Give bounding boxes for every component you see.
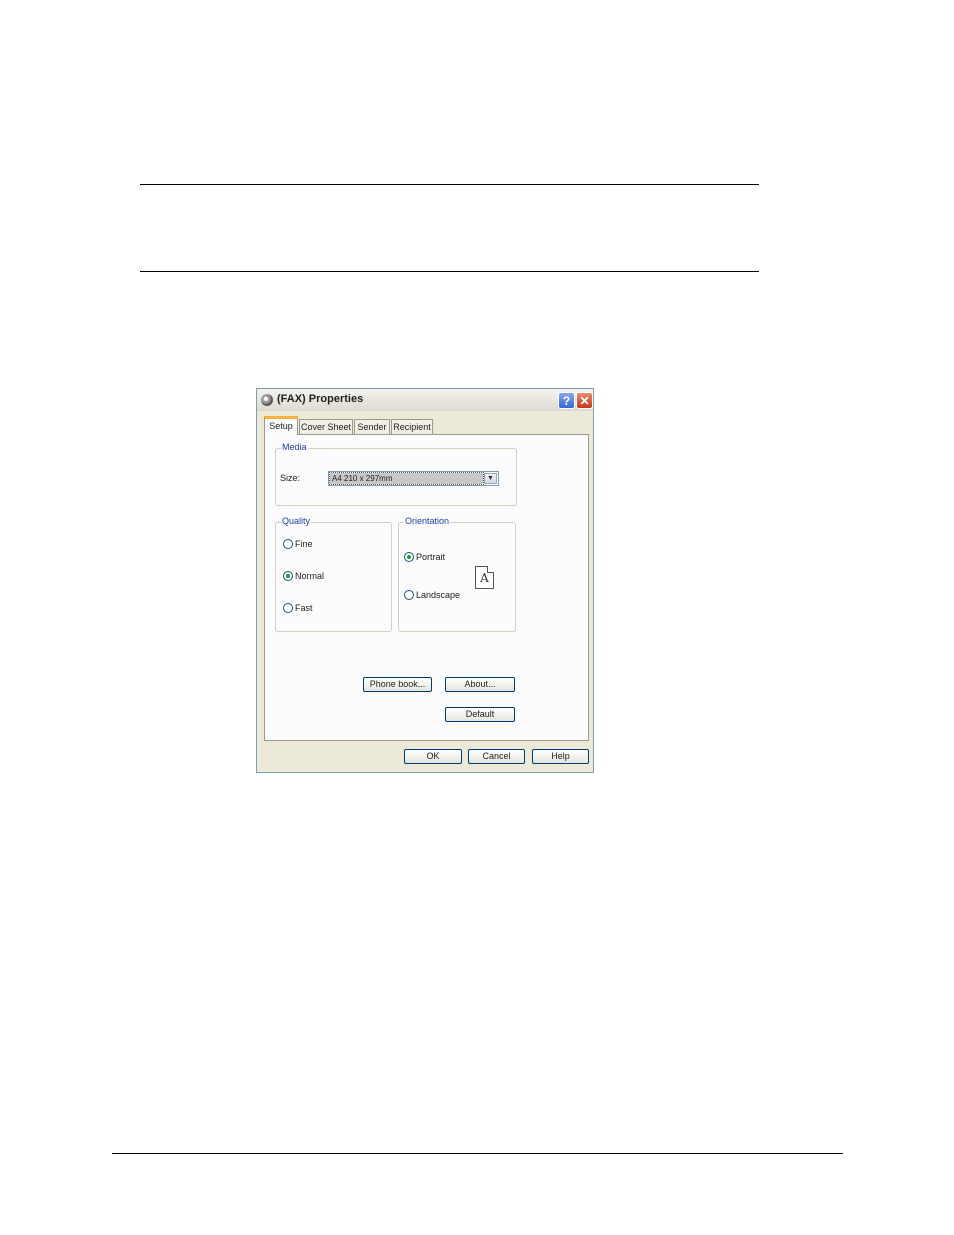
ok-button[interactable]: OK [404, 749, 462, 764]
chevron-down-icon[interactable]: ▼ [484, 473, 497, 484]
size-select-value: A4 210 x 297mm [329, 472, 484, 485]
orientation-legend: Orientation [404, 516, 451, 526]
quality-fine-radio[interactable] [283, 539, 293, 549]
cancel-button[interactable]: Cancel [468, 749, 525, 764]
top-rule-lower [140, 271, 759, 272]
orientation-portrait-label[interactable]: Portrait [416, 552, 445, 562]
portrait-page-icon: A [475, 566, 494, 589]
orientation-group: Orientation Portrait Landscape A [398, 516, 516, 632]
title-close-button[interactable]: ✕ [576, 392, 593, 409]
fax-properties-dialog: (FAX) Properties ? ✕ Setup Cover Sheet S… [256, 388, 594, 773]
size-select[interactable]: A4 210 x 297mm ▼ [328, 471, 499, 486]
top-rule-upper [140, 184, 759, 185]
about-button[interactable]: About... [445, 677, 515, 692]
tab-recipient[interactable]: Recipient [391, 419, 433, 434]
dialog-title: (FAX) Properties [277, 393, 364, 405]
quality-fast-label[interactable]: Fast [295, 603, 313, 613]
tab-setup[interactable]: Setup [264, 416, 298, 435]
footer-rule [112, 1153, 843, 1154]
media-group: Media Size: A4 210 x 297mm ▼ [275, 442, 517, 506]
orientation-portrait-radio[interactable] [404, 552, 414, 562]
phone-book-button[interactable]: Phone book... [363, 677, 432, 692]
quality-fast-radio[interactable] [283, 603, 293, 613]
tab-sender[interactable]: Sender [354, 419, 390, 434]
orientation-landscape-label[interactable]: Landscape [416, 590, 460, 600]
default-button[interactable]: Default [445, 707, 515, 722]
title-help-button[interactable]: ? [558, 392, 575, 409]
tab-cover-sheet[interactable]: Cover Sheet [299, 419, 353, 434]
printer-icon [261, 394, 273, 406]
size-label: Size: [280, 473, 301, 483]
title-bar[interactable]: (FAX) Properties ? ✕ [257, 389, 593, 411]
media-legend: Media [281, 442, 308, 452]
setup-tab-panel: Media Size: A4 210 x 297mm ▼ Quality Fin… [264, 434, 589, 741]
orientation-landscape-radio[interactable] [404, 590, 414, 600]
quality-normal-label[interactable]: Normal [295, 571, 324, 581]
quality-group: Quality Fine Normal Fast [275, 516, 392, 632]
quality-fine-label[interactable]: Fine [295, 539, 313, 549]
quality-normal-radio[interactable] [283, 571, 293, 581]
help-button[interactable]: Help [532, 749, 589, 764]
quality-legend: Quality [281, 516, 312, 526]
